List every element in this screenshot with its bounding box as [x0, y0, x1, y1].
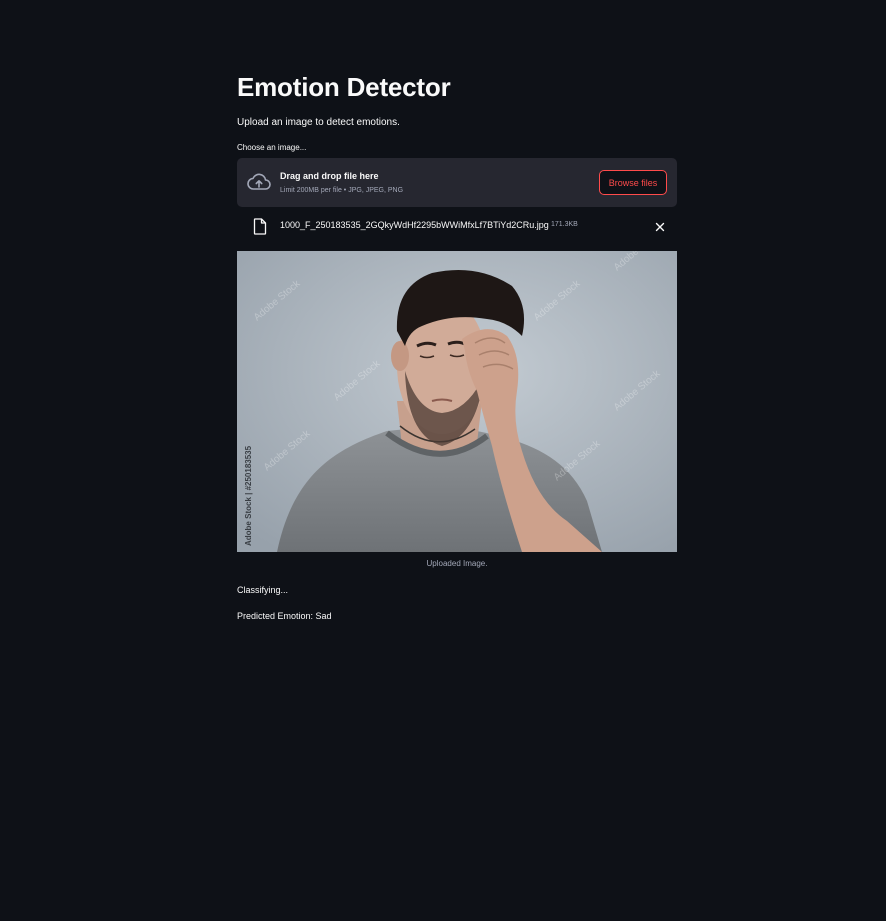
dropzone-limit-text: Limit 200MB per file • JPG, JPEG, PNG — [280, 187, 404, 194]
page-subtitle: Upload an image to detect emotions. — [237, 117, 400, 128]
file-dropzone[interactable]: Drag and drop file here Limit 200MB per … — [237, 158, 677, 207]
browse-files-button[interactable]: Browse files — [599, 170, 667, 195]
uploaded-image: Adobe Stock Adobe Stock Adobe Stock Adob… — [237, 251, 677, 552]
file-name: 1000_F_250183535_2GQkyWdHf2295bWWiMfxLf7… — [280, 220, 549, 230]
file-icon — [253, 218, 267, 235]
cloud-upload-icon — [247, 173, 271, 190]
status-text: Classifying... — [237, 585, 289, 595]
prediction-result: Predicted Emotion: Sad — [237, 611, 332, 621]
dropzone-title: Drag and drop file here — [280, 171, 379, 181]
image-caption: Uploaded Image. — [426, 559, 488, 568]
uploaded-photo: Adobe Stock Adobe Stock Adobe Stock Adob… — [237, 251, 677, 552]
uploaded-file-row: 1000_F_250183535_2GQkyWdHf2295bWWiMfxLf7… — [237, 212, 677, 242]
image-credit-text: Adobe Stock | #250183535 — [244, 445, 253, 546]
file-size: 171.3KB — [551, 221, 578, 228]
close-icon[interactable] — [653, 220, 667, 234]
page-title: Emotion Detector — [237, 72, 451, 102]
uploader-label: Choose an image... — [237, 143, 307, 152]
